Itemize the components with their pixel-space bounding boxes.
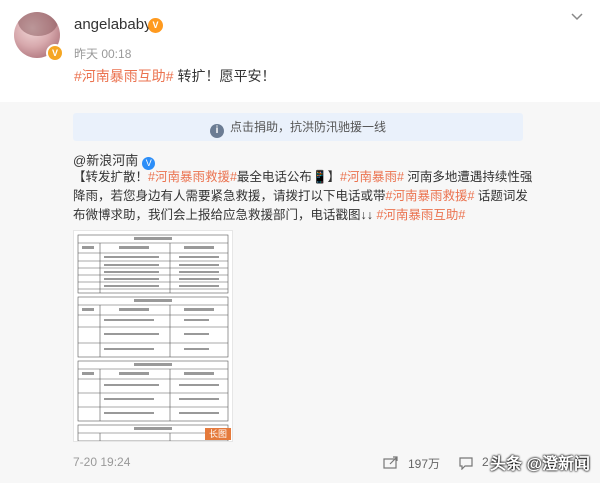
repost-text-3: 】 <box>327 170 341 184</box>
comment-count[interactable]: 2 <box>482 455 489 469</box>
repost-time[interactable]: 7-20 19:24 <box>73 455 130 469</box>
repost-text-2: 最全电话公布 <box>236 170 312 184</box>
topic-link-4[interactable]: #河南暴雨互助# <box>376 208 465 222</box>
phone-emoji-icon: 📱 <box>311 170 328 184</box>
topic-link-3[interactable]: #河南暴雨救援# <box>386 189 475 203</box>
weibo-card: V angelababy V 昨天 00:18 #河南暴雨互助# 转扩！愿平安！… <box>0 0 600 483</box>
post-body: 转扩！愿平安！ <box>173 68 276 84</box>
long-image-tag: 长图 <box>205 428 231 440</box>
donation-notice[interactable]: i 点击捐助，抗洪防汛驰援一线 <box>73 113 523 141</box>
repost-body: 【转发扩散！#河南暴雨救援#最全电话公布📱】#河南暴雨# 河南多地遭遇持续性强降… <box>73 168 538 225</box>
watermark: 头条 @澄新闻 <box>490 456 591 473</box>
topic-link-2[interactable]: #河南暴雨# <box>340 170 404 184</box>
comment-icon[interactable] <box>458 456 474 470</box>
phone-list-image[interactable] <box>73 230 233 442</box>
avatar-photo <box>18 12 58 36</box>
share-icon[interactable] <box>383 455 399 469</box>
post-time[interactable]: 昨天 00:18 <box>74 45 131 62</box>
repost-author[interactable]: @新浪河南 V <box>73 150 156 170</box>
document-thumbnail <box>74 231 232 441</box>
notice-text: 点击捐助，抗洪防汛驰援一线 <box>229 120 386 134</box>
repost-text-1: 【转发扩散！ <box>73 170 149 184</box>
share-count[interactable]: 197万 <box>408 455 440 472</box>
chevron-down-icon[interactable] <box>570 10 584 24</box>
vip-icon: V <box>148 18 163 33</box>
repost-author-name[interactable]: @新浪河南 <box>73 153 138 168</box>
info-icon: i <box>209 124 224 138</box>
topic-link[interactable]: #河南暴雨互助# <box>74 68 174 84</box>
post-text: #河南暴雨互助# 转扩！愿平安！ <box>74 66 275 86</box>
avatar-badge: V <box>46 44 64 62</box>
topic-link-1[interactable]: #河南暴雨救援# <box>148 170 237 184</box>
username[interactable]: angelababy <box>74 16 152 33</box>
